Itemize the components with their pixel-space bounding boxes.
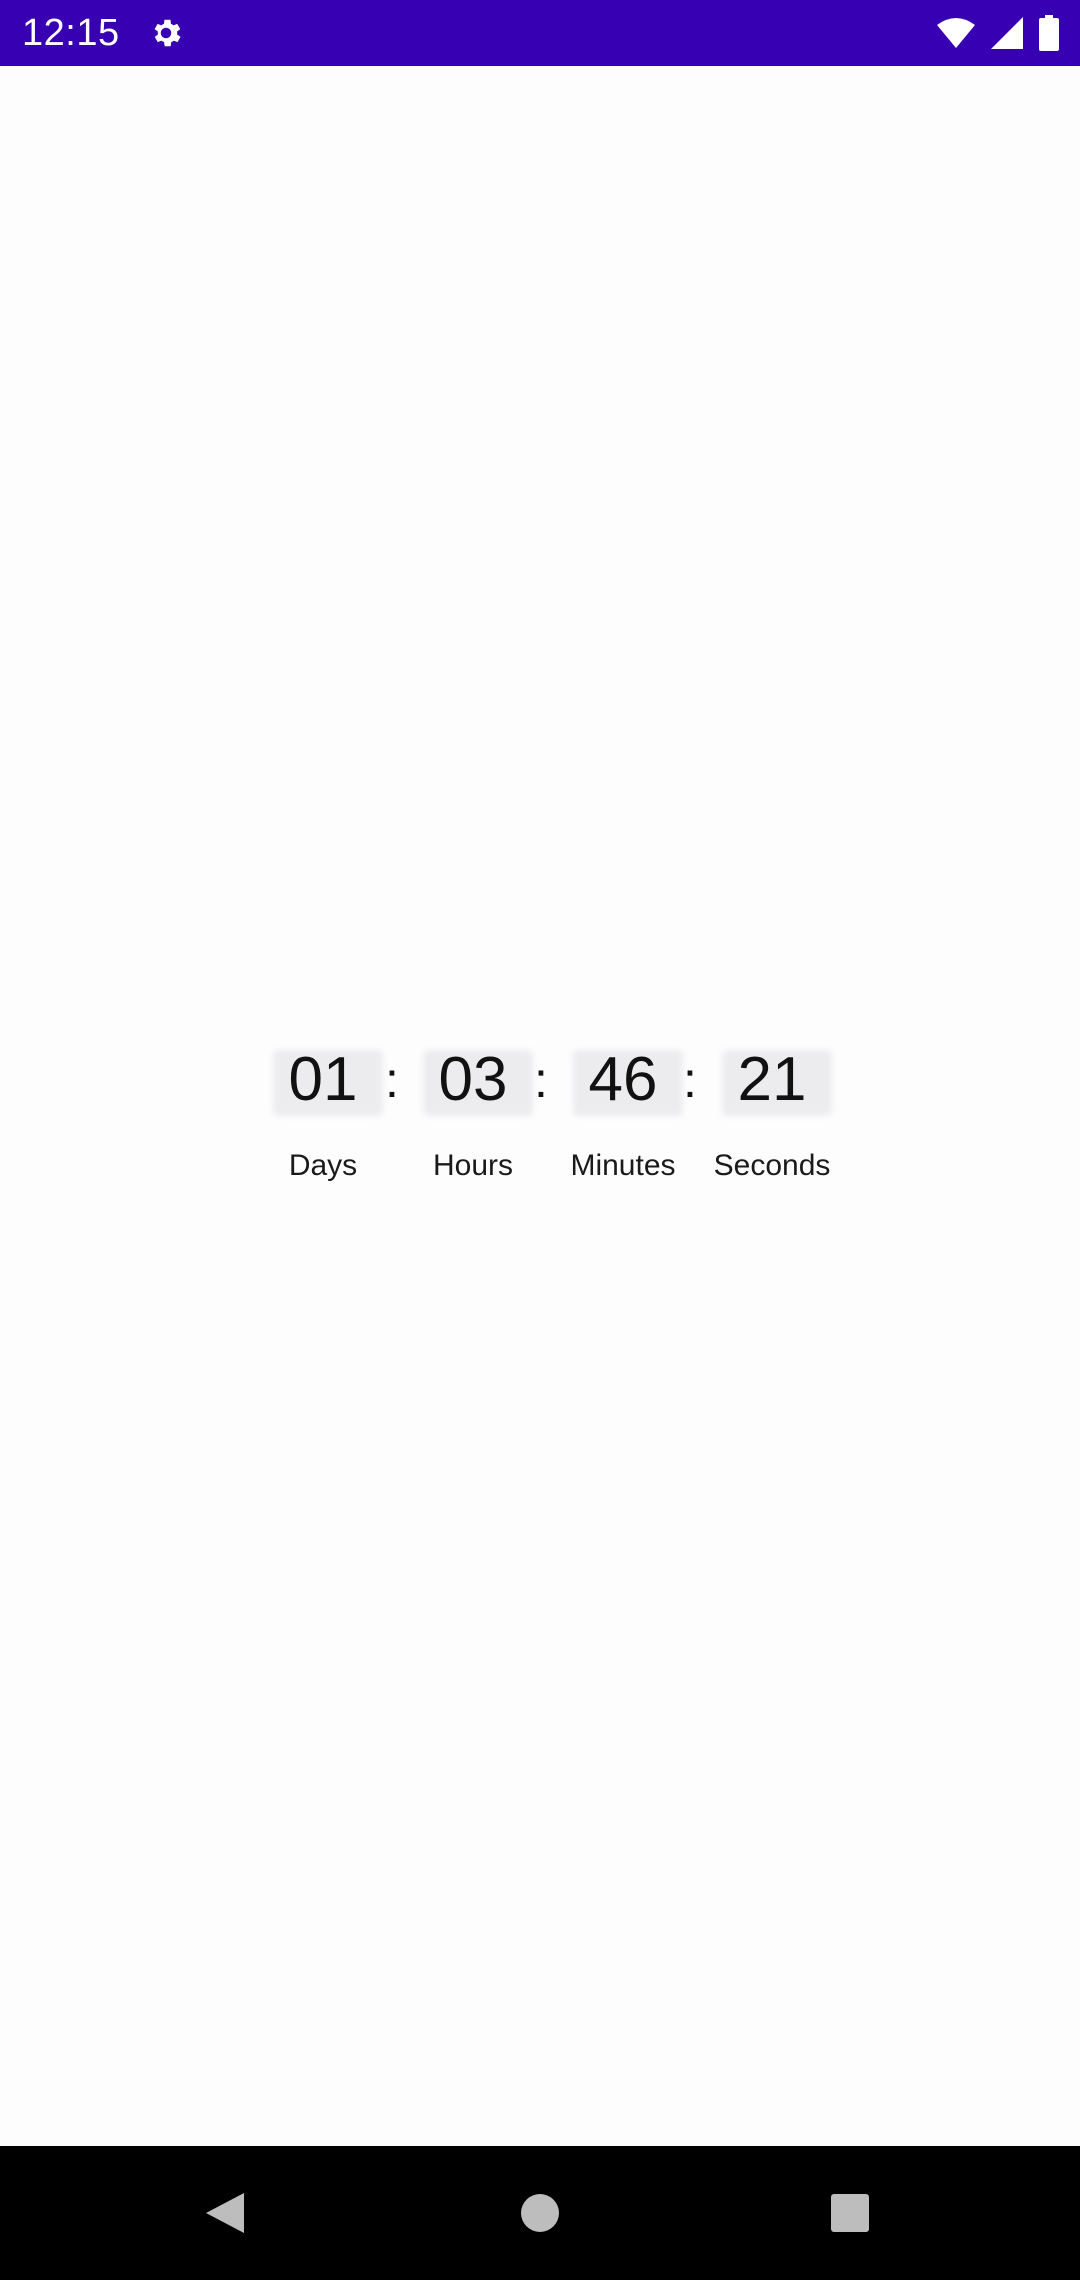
status-time: 12:15 (22, 12, 120, 54)
countdown-days: 01 Days (258, 1020, 388, 1200)
countdown-seconds: 21 Seconds (707, 1020, 837, 1200)
separator: : (385, 1052, 399, 1108)
home-icon (521, 2194, 559, 2232)
battery-icon (1039, 15, 1059, 51)
back-icon (206, 2193, 244, 2233)
recents-button[interactable] (813, 2176, 887, 2250)
countdown-hours: 03 Hours (408, 1020, 538, 1200)
wifi-icon (937, 18, 975, 48)
settings-gear-icon (154, 19, 181, 47)
seconds-label: Seconds (713, 1149, 831, 1182)
separator: : (683, 1052, 697, 1108)
back-button[interactable] (188, 2176, 262, 2250)
status-icons (936, 14, 1060, 52)
hours-value: 03 (438, 1045, 508, 1114)
minutes-label: Minutes (570, 1149, 676, 1182)
countdown-minutes: 46 Minutes (558, 1020, 688, 1200)
separator: : (534, 1052, 548, 1108)
navigation-bar (0, 2146, 1080, 2280)
cell-signal-icon (991, 17, 1023, 49)
days-value: 01 (288, 1045, 358, 1114)
recents-icon (831, 2194, 869, 2232)
hours-label: Hours (432, 1149, 514, 1182)
days-label: Days (288, 1149, 358, 1182)
seconds-value: 21 (737, 1045, 807, 1114)
minutes-value: 46 (588, 1045, 658, 1114)
status-bar: 12:15 (0, 0, 1080, 66)
countdown-timer: 01 Days : 03 Hours : 46 Minutes : 21 Sec… (258, 1020, 838, 1200)
home-button[interactable] (503, 2176, 577, 2250)
